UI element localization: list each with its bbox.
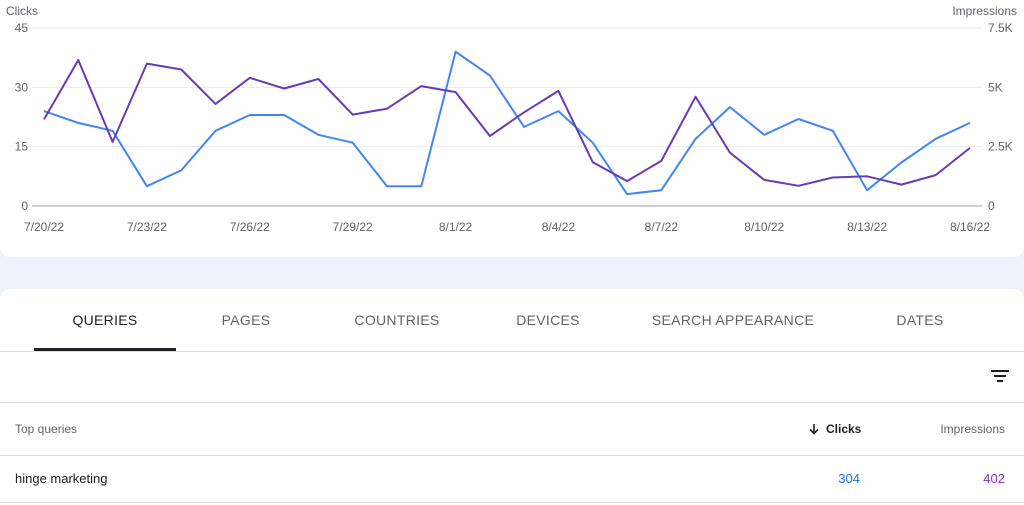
- x-tick-label: 8/4/22: [542, 220, 576, 234]
- dimension-tabs: QUERIES PAGES COUNTRIES DEVICES SEARCH A…: [0, 289, 1024, 352]
- column-header-clicks-label: Clicks: [826, 422, 862, 436]
- x-tick-label: 7/20/22: [24, 220, 64, 234]
- tab-countries[interactable]: COUNTRIES: [342, 289, 452, 351]
- right-tick-label: 2.5K: [988, 140, 1013, 154]
- query-cell: hinge marketing: [15, 471, 108, 486]
- x-tick-label: 7/23/22: [127, 220, 167, 234]
- table-row[interactable]: hinge marketing 304 402: [0, 456, 1024, 503]
- column-header-query[interactable]: Top queries: [15, 403, 77, 455]
- tab-pages[interactable]: PAGES: [196, 289, 296, 351]
- clicks-series-line: [43, 50, 971, 196]
- tab-devices[interactable]: DEVICES: [498, 289, 598, 351]
- right-tick-label: 7.5K: [988, 21, 1013, 35]
- x-tick-label: 8/16/22: [950, 220, 990, 234]
- x-tick-label: 7/26/22: [230, 220, 270, 234]
- column-header-impressions[interactable]: Impressions: [940, 403, 1005, 455]
- left-tick-label: 15: [15, 140, 29, 154]
- right-tick-label: 0: [988, 199, 995, 213]
- x-tick-label: 8/7/22: [645, 220, 679, 234]
- column-header-clicks[interactable]: Clicks: [808, 403, 861, 455]
- left-tick-label: 30: [15, 80, 29, 94]
- impressions-cell: 402: [983, 471, 1005, 486]
- x-tick-label: 7/29/22: [333, 220, 373, 234]
- performance-chart-card: Clicks Impressions 0 15 30 45 0 2.5K 5K 7.5K 7/20/…: [0, 0, 1024, 257]
- tab-search-appearance[interactable]: SEARCH APPEARANCE: [648, 289, 818, 351]
- left-tick-label: 45: [15, 21, 29, 35]
- x-tick-label: 8/1/22: [439, 220, 473, 234]
- x-tick-label: 8/10/22: [744, 220, 784, 234]
- active-tab-indicator: [34, 348, 176, 351]
- filter-icon[interactable]: [990, 366, 1010, 386]
- left-axis-title: Clicks: [6, 4, 38, 18]
- arrow-down-icon: [809, 424, 819, 435]
- right-tick-label: 5K: [988, 80, 1003, 94]
- clicks-cell: 304: [838, 471, 860, 486]
- left-tick-label: 0: [21, 199, 28, 213]
- tab-dates[interactable]: DATES: [870, 289, 970, 351]
- report-table-card: QUERIES PAGES COUNTRIES DEVICES SEARCH A…: [0, 289, 1024, 505]
- tab-queries[interactable]: QUERIES: [34, 289, 176, 351]
- performance-chart: Clicks Impressions 0 15 30 45 0 2.5K 5K 7.5K 7/20/…: [6, 4, 1017, 234]
- table-header: Top queries Clicks Impressions: [0, 403, 1024, 456]
- table-toolbar: [0, 352, 1024, 403]
- right-axis-title: Impressions: [952, 4, 1017, 18]
- x-tick-label: 8/13/22: [847, 220, 887, 234]
